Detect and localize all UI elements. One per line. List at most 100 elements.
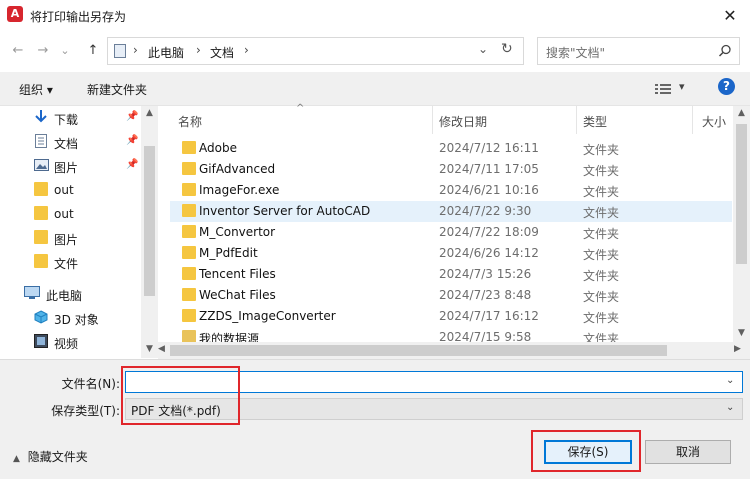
table-row[interactable]: ZZDS_ImageConverter 2024/7/17 16:12 文件夹 bbox=[170, 306, 732, 327]
scroll-down-icon[interactable]: ▼ bbox=[733, 328, 750, 338]
scroll-right-icon[interactable]: ▶ bbox=[734, 344, 746, 354]
close-button[interactable]: ✕ bbox=[716, 4, 744, 28]
sidebar-item-out[interactable]: out bbox=[0, 202, 140, 226]
scroll-up-icon[interactable]: ▲ bbox=[733, 108, 750, 118]
file-name: Tencent Files bbox=[199, 267, 276, 281]
sidebar-item-label: 此电脑 bbox=[46, 289, 83, 303]
sidebar-item-label: 图片 bbox=[54, 161, 79, 175]
file-type: 文件夹 bbox=[583, 143, 620, 157]
filetype-label: 保存类型(T): bbox=[51, 404, 120, 418]
breadcrumb-this-pc[interactable]: 此电脑 bbox=[148, 44, 184, 61]
sidebar-item-pictures[interactable]: 图片 📌 bbox=[0, 154, 140, 178]
address-bar[interactable]: › 此电脑 › 文档 › ⌄ ↻ bbox=[107, 37, 524, 65]
table-row[interactable]: M_PdfEdit 2024/6/26 14:12 文件夹 bbox=[170, 243, 732, 264]
forward-button[interactable]: → bbox=[33, 41, 53, 61]
folder-icon bbox=[34, 182, 48, 196]
column-header-type[interactable]: 类型 bbox=[583, 113, 607, 130]
table-row[interactable]: Adobe 2024/7/12 16:11 文件夹 bbox=[170, 138, 732, 159]
chevron-down-icon[interactable]: ⌄ bbox=[726, 402, 734, 413]
search-icon[interactable] bbox=[718, 44, 732, 58]
column-header-name[interactable]: 名称 bbox=[178, 113, 202, 130]
file-date: 2024/7/22 9:30 bbox=[439, 204, 532, 218]
nav-pane-scrollbar[interactable]: ▲ ▼ bbox=[141, 106, 158, 358]
scroll-left-icon[interactable]: ◀ bbox=[158, 344, 170, 354]
chevron-up-icon: ▲ bbox=[13, 454, 20, 464]
recent-locations-dropdown[interactable]: ⌄ bbox=[58, 41, 72, 61]
data-source-folder-icon bbox=[182, 330, 196, 342]
file-type: 文件夹 bbox=[583, 185, 620, 199]
column-divider[interactable] bbox=[692, 106, 693, 134]
file-name: GifAdvanced bbox=[199, 162, 276, 176]
toolbar: 组织 ▾ 新建文件夹 ▾ ? bbox=[0, 72, 750, 106]
download-icon bbox=[35, 110, 47, 123]
table-row[interactable]: 我的数据源 2024/7/15 9:58 文件夹 bbox=[170, 327, 732, 342]
hide-folders-label: 隐藏文件夹 bbox=[27, 450, 88, 464]
sidebar-item-files[interactable]: 文件 bbox=[0, 250, 140, 274]
sidebar-item-documents[interactable]: 文档 📌 bbox=[0, 130, 140, 154]
folder-icon bbox=[182, 183, 196, 196]
folder-icon bbox=[182, 162, 196, 175]
file-name: Inventor Server for AutoCAD bbox=[199, 204, 371, 218]
scroll-up-icon[interactable]: ▲ bbox=[141, 108, 158, 118]
table-row[interactable]: ImageFor.exe 2024/6/21 10:16 文件夹 bbox=[170, 180, 732, 201]
folder-icon bbox=[34, 230, 48, 244]
folder-icon bbox=[34, 254, 48, 268]
chevron-down-icon[interactable]: ⌄ bbox=[726, 375, 734, 386]
pin-icon: 📌 bbox=[126, 111, 139, 122]
app-logo-icon: A bbox=[7, 6, 23, 22]
sidebar-item-downloads[interactable]: 下载 📌 bbox=[0, 106, 140, 130]
table-row-selected[interactable]: Inventor Server for AutoCAD 2024/7/22 9:… bbox=[170, 201, 732, 222]
file-type: 文件夹 bbox=[583, 206, 620, 220]
column-header-size[interactable]: 大小 bbox=[702, 113, 726, 130]
search-input[interactable]: 搜索"文档" bbox=[537, 37, 740, 65]
document-icon bbox=[35, 134, 47, 148]
back-button[interactable]: ← bbox=[8, 41, 28, 61]
help-icon[interactable]: ? bbox=[718, 78, 735, 95]
nav-scrollbar-thumb[interactable] bbox=[144, 146, 155, 296]
up-button[interactable]: ↑ bbox=[83, 41, 103, 61]
file-date: 2024/7/17 16:12 bbox=[439, 309, 539, 323]
table-row[interactable]: WeChat Files 2024/7/23 8:48 文件夹 bbox=[170, 285, 732, 306]
table-row[interactable]: M_Convertor 2024/7/22 18:09 文件夹 bbox=[170, 222, 732, 243]
scroll-down-icon[interactable]: ▼ bbox=[141, 344, 158, 354]
view-dropdown-icon[interactable]: ▾ bbox=[679, 80, 685, 93]
file-name: ImageFor.exe bbox=[199, 183, 280, 197]
sidebar-item-out[interactable]: out bbox=[0, 178, 140, 202]
filename-label: 文件名(N): bbox=[61, 377, 120, 391]
organize-button[interactable]: 组织 ▾ bbox=[19, 81, 53, 98]
sidebar-item-videos[interactable]: 视频 bbox=[0, 330, 140, 354]
breadcrumb-documents[interactable]: 文档 bbox=[210, 44, 234, 61]
column-divider[interactable] bbox=[576, 106, 577, 134]
file-name: M_PdfEdit bbox=[199, 246, 258, 260]
file-date: 2024/6/26 14:12 bbox=[439, 246, 539, 260]
sidebar-item-this-pc[interactable]: 此电脑 bbox=[0, 282, 140, 306]
breadcrumb-separator: › bbox=[196, 43, 201, 57]
file-date: 2024/7/12 16:11 bbox=[439, 141, 539, 155]
vscrollbar-thumb[interactable] bbox=[736, 124, 747, 264]
sidebar-item-label: 文档 bbox=[54, 137, 79, 151]
sidebar-item-pictures-folder[interactable]: 图片 bbox=[0, 226, 140, 250]
folder-icon bbox=[182, 309, 196, 322]
new-folder-button[interactable]: 新建文件夹 bbox=[87, 81, 147, 98]
table-row[interactable]: GifAdvanced 2024/7/11 17:05 文件夹 bbox=[170, 159, 732, 180]
file-date: 2024/7/23 8:48 bbox=[439, 288, 532, 302]
file-date: 2024/6/21 10:16 bbox=[439, 183, 539, 197]
address-dropdown-icon[interactable]: ⌄ bbox=[478, 42, 488, 56]
hscrollbar-thumb[interactable] bbox=[170, 345, 667, 356]
cancel-button[interactable]: 取消 bbox=[645, 440, 731, 464]
file-name: 我的数据源 bbox=[199, 332, 260, 342]
file-list-vscrollbar[interactable]: ▲ ▼ bbox=[733, 106, 750, 342]
hide-folders-toggle[interactable]: ▲ 隐藏文件夹 bbox=[13, 448, 88, 465]
sidebar-item-label: out bbox=[54, 207, 74, 221]
file-list-hscrollbar[interactable]: ◀ ▶ bbox=[158, 342, 750, 359]
column-header-date[interactable]: 修改日期 bbox=[439, 113, 487, 130]
view-options-icon[interactable] bbox=[655, 83, 671, 95]
breadcrumb-separator: › bbox=[133, 43, 138, 57]
column-divider[interactable] bbox=[432, 106, 433, 134]
refresh-icon[interactable]: ↻ bbox=[501, 41, 513, 57]
3d-objects-icon bbox=[34, 310, 48, 324]
table-row[interactable]: Tencent Files 2024/7/3 15:26 文件夹 bbox=[170, 264, 732, 285]
sidebar-item-3d-objects[interactable]: 3D 对象 bbox=[0, 306, 140, 330]
file-name: ZZDS_ImageConverter bbox=[199, 309, 336, 323]
save-button[interactable]: 保存(S) bbox=[544, 440, 632, 464]
